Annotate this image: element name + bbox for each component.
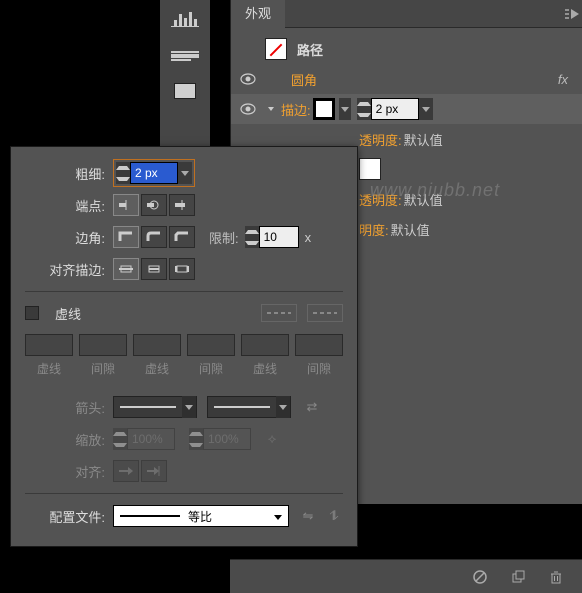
stroke-color-dropdown[interactable] <box>339 98 351 120</box>
stroke-corner-row: 边角: 限制: x <box>25 221 343 253</box>
arrow-align-row: 对齐: <box>25 455 343 487</box>
dash-3-input[interactable] <box>241 334 289 356</box>
dash-gap-grid: 虚线 间隙 虚线 间隙 虚线 间隙 <box>25 334 343 377</box>
stroke-weight-stepper[interactable] <box>116 162 192 184</box>
dash-2-input[interactable] <box>133 334 181 356</box>
corner-round-button[interactable] <box>141 226 167 248</box>
link-scale-icon[interactable]: ⟡ <box>261 428 283 450</box>
profile-select[interactable]: 等比 <box>113 505 289 527</box>
scale-label: 缩放: <box>25 430 113 449</box>
limit-label: 限制: <box>209 228 239 247</box>
arrow-scale-start-stepper[interactable] <box>113 428 175 450</box>
delete-item-icon[interactable] <box>548 569 564 585</box>
arrow-align-end-button[interactable] <box>141 460 167 482</box>
corner-label: 边角: <box>25 228 113 247</box>
rounded-label: 圆角 <box>291 70 317 89</box>
visibility-icon[interactable] <box>239 72 257 86</box>
flip-horizontal-icon[interactable]: ⇋ <box>299 507 317 525</box>
panel-menu-icon[interactable] <box>562 0 582 28</box>
appearance-tab[interactable]: 外观 <box>231 0 285 28</box>
clear-appearance-icon[interactable] <box>472 569 488 585</box>
appearance-row-rounded[interactable]: 圆角 fx <box>231 64 582 94</box>
dock-levels-icon[interactable] <box>165 10 205 28</box>
appearance-footer <box>230 559 582 593</box>
dashed-line-row: 虚线 <box>25 298 343 328</box>
flip-vertical-icon[interactable]: ⥮ <box>325 507 343 525</box>
corner-bevel-button[interactable] <box>169 226 195 248</box>
left-dock <box>160 0 210 150</box>
cap-butt-button[interactable] <box>113 194 139 216</box>
align-outside-button[interactable] <box>169 258 195 280</box>
arrow-align-extend-button[interactable] <box>113 460 139 482</box>
visibility-icon[interactable] <box>239 102 257 116</box>
appearance-row-path[interactable]: 路径 <box>231 34 582 64</box>
arrowheads-row: 箭头: ⇄ <box>25 391 343 423</box>
arrow-end-select[interactable] <box>207 396 291 418</box>
arrow-scale-end-stepper[interactable] <box>189 428 251 450</box>
stroke-weight-row: 粗细: <box>25 157 343 189</box>
dash-1-input[interactable] <box>25 334 73 356</box>
swap-arrows-icon[interactable]: ⇄ <box>301 396 323 418</box>
expand-icon[interactable] <box>265 103 277 115</box>
align-stroke-label: 对齐描边: <box>25 260 113 279</box>
arrow-scale-row: 缩放: ⟡ <box>25 423 343 455</box>
fill-swatch[interactable] <box>359 158 381 180</box>
cap-round-button[interactable] <box>141 194 167 216</box>
stroke-label: 描边: <box>281 100 311 119</box>
align-center-button[interactable] <box>113 258 139 280</box>
gap-3-input[interactable] <box>295 334 343 356</box>
duplicate-item-icon[interactable] <box>510 569 526 585</box>
arrow-align-label: 对齐: <box>25 462 113 481</box>
stroke-weight-input-inline[interactable] <box>371 98 419 120</box>
limit-suffix: x <box>305 230 312 245</box>
stroke-color-swatch[interactable] <box>313 98 335 120</box>
cap-projecting-button[interactable] <box>169 194 195 216</box>
path-label: 路径 <box>297 40 323 59</box>
dock-paragraph-icon[interactable] <box>165 46 205 64</box>
weight-label: 粗细: <box>25 164 113 183</box>
miter-limit-stepper[interactable] <box>245 226 299 248</box>
stroke-weight-input[interactable] <box>130 162 178 184</box>
stroke-weight-stepper-inline[interactable] <box>357 98 433 120</box>
fx-icon[interactable]: fx <box>558 72 572 87</box>
cap-label: 端点: <box>25 196 113 215</box>
arrow-label: 箭头: <box>25 398 113 417</box>
dock-swatch-icon[interactable] <box>165 82 205 100</box>
dashed-label: 虚线 <box>55 304 81 323</box>
stroke-align-row: 对齐描边: <box>25 253 343 285</box>
align-inside-button[interactable] <box>141 258 167 280</box>
gap-1-input[interactable] <box>79 334 127 356</box>
dash-align-button[interactable] <box>307 304 343 322</box>
stroke-cap-row: 端点: <box>25 189 343 221</box>
miter-limit-input[interactable] <box>259 226 299 248</box>
arrow-start-select[interactable] <box>113 396 197 418</box>
appearance-row-stroke[interactable]: 描边: <box>231 94 582 124</box>
gap-2-input[interactable] <box>187 334 235 356</box>
appearance-header: 外观 <box>231 0 582 28</box>
corner-miter-button[interactable] <box>113 226 139 248</box>
stroke-popup-panel: 粗细: 端点: 边角: 限制: <box>10 146 358 547</box>
dash-preserve-button[interactable] <box>261 304 297 322</box>
path-swatch <box>265 38 287 60</box>
dashed-checkbox[interactable] <box>25 306 39 320</box>
profile-row: 配置文件: 等比 ⇋ ⥮ <box>25 500 343 532</box>
profile-label: 配置文件: <box>25 507 113 526</box>
